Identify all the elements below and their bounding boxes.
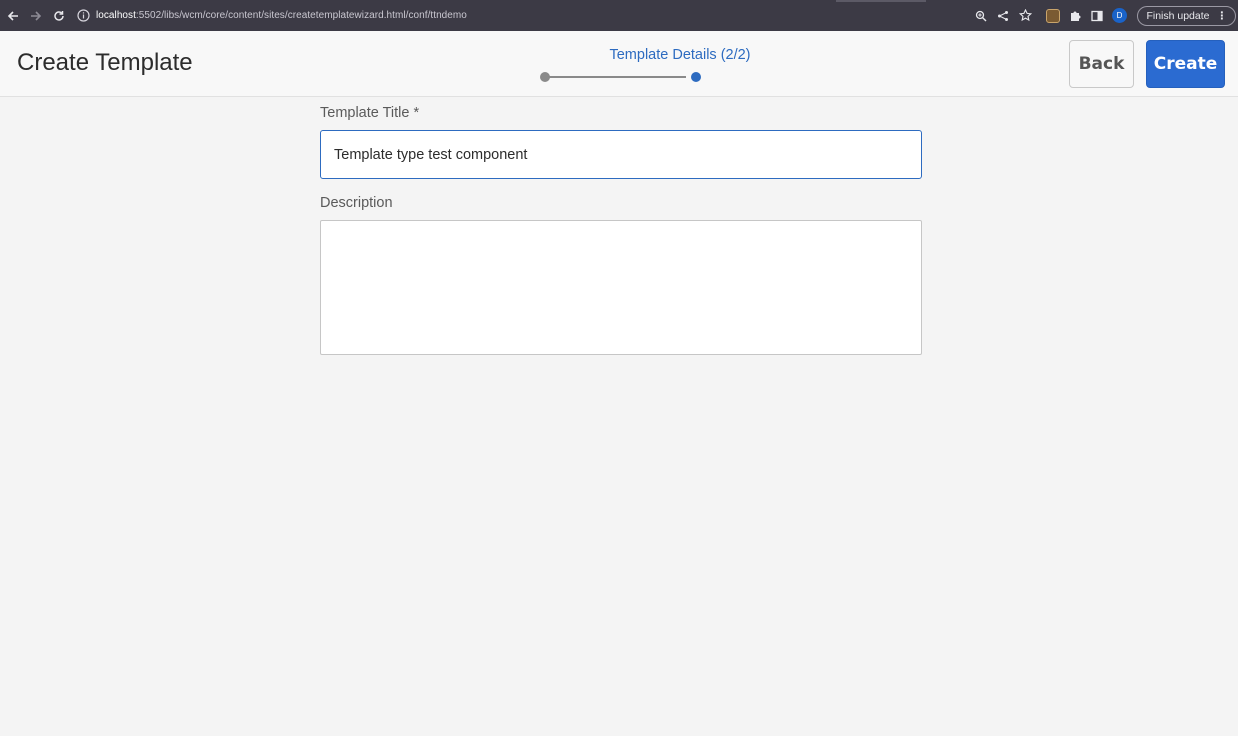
page-title: Create Template [17,49,193,76]
wizard-header: Create Template Template Details (2/2) B… [0,31,1238,97]
more-menu-icon[interactable]: ⋮ [1217,10,1228,22]
step-1-dot [540,72,550,82]
template-title-label: Template Title * [320,105,420,121]
browser-toolbar: localhost:5502/libs/wcm/core/content/sit… [0,0,1238,31]
back-button[interactable]: Back [1069,40,1134,88]
share-icon[interactable] [993,6,1013,26]
reload-icon[interactable] [49,6,69,26]
address-bar[interactable]: localhost:5502/libs/wcm/core/content/sit… [77,0,467,31]
url-text[interactable]: localhost:5502/libs/wcm/core/content/sit… [96,10,467,21]
finish-update-button[interactable]: Finish update ⋮ [1137,5,1236,26]
profile-icon[interactable]: D [1109,6,1129,26]
step-2-dot [691,72,701,82]
template-title-input[interactable] [320,130,922,179]
forward-arrow-icon[interactable] [26,6,46,26]
description-label: Description [320,195,393,211]
create-button[interactable]: Create [1146,40,1225,88]
profile-avatar[interactable]: D [1111,8,1127,23]
wizard-stepper [538,71,704,83]
step-title: Template Details (2/2) [609,47,751,63]
info-icon[interactable] [77,9,90,22]
zoom-icon[interactable] [971,6,991,26]
puzzle-icon[interactable] [1065,6,1085,26]
tab-strip-edge [836,0,926,2]
extension-icon[interactable] [1043,6,1063,26]
description-textarea[interactable] [320,220,922,355]
star-icon[interactable] [1015,6,1035,26]
back-arrow-icon[interactable] [3,6,23,26]
side-panel-icon[interactable] [1087,6,1107,26]
finish-update-label: Finish update [1146,9,1210,22]
stepper-line [548,76,686,78]
